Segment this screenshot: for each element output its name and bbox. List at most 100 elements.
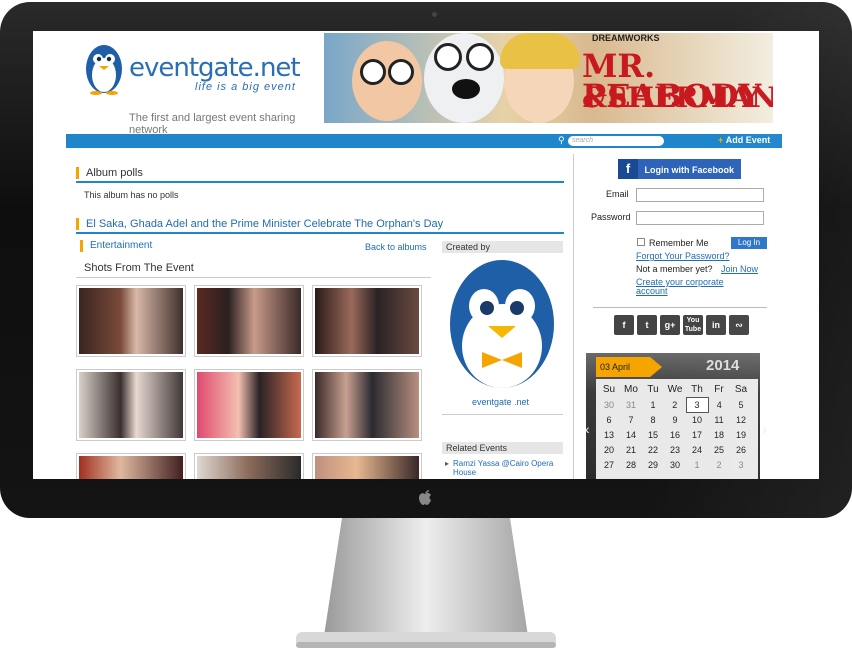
bullet-icon: ▸ (445, 459, 450, 468)
calendar-day[interactable]: 28 (620, 457, 642, 472)
forgot-password-link[interactable]: Forgot Your Password? (636, 251, 730, 261)
banner-glasses (388, 59, 414, 85)
calendar-day[interactable]: 23 (664, 442, 686, 457)
rss-icon[interactable]: ∾ (729, 315, 749, 335)
calendar-day[interactable]: 22 (642, 442, 664, 457)
email-label: Email (606, 189, 629, 199)
related-event-label: Ramzi Yassa @Cairo Opera House (453, 459, 554, 477)
banner-glasses (466, 43, 494, 71)
add-event-button[interactable]: + Add Event (718, 135, 770, 145)
category-link[interactable]: Entertainment (80, 240, 152, 252)
calendar-day[interactable]: 11 (708, 412, 730, 427)
not-member-text: Not a member yet? (636, 264, 713, 274)
event-photo[interactable] (76, 453, 186, 479)
calendar-next-icon[interactable]: › (762, 421, 767, 437)
calendar-day[interactable]: 13 (598, 427, 620, 442)
back-to-albums-link[interactable]: Back to albums (365, 242, 427, 252)
banner-ad[interactable]: DREAMWORKS MR. PEABODY &SHERMAN (324, 33, 773, 123)
calendar: 03 April 2014 ‹ › Su Mo Tu We Th Fr Sa 3… (585, 353, 767, 479)
calendar-day[interactable]: 7 (620, 412, 642, 427)
twitter-icon[interactable]: t (637, 315, 657, 335)
divider (76, 181, 564, 183)
password-field[interactable] (636, 211, 764, 225)
calendar-day[interactable]: 29 (642, 457, 664, 472)
calendar-prev-icon[interactable]: ‹ (585, 421, 590, 437)
calendar-day[interactable]: 3 (730, 457, 752, 472)
album-title: El Saka, Ghada Adel and the Prime Minist… (76, 218, 443, 230)
site-logo[interactable]: eventgate.net life is a big event The fi… (81, 37, 301, 136)
creator-avatar[interactable] (444, 254, 561, 388)
calendar-day[interactable]: 26 (730, 442, 752, 457)
calendar-day[interactable]: 2 (664, 397, 686, 412)
divider (442, 414, 563, 415)
event-photo[interactable] (76, 285, 186, 357)
search-input[interactable]: search (568, 136, 664, 146)
calendar-day[interactable]: 30 (664, 457, 686, 472)
event-photo[interactable] (312, 453, 422, 479)
calendar-day[interactable]: 24 (686, 442, 708, 457)
event-photo[interactable] (194, 285, 304, 357)
login-button[interactable]: Log In (731, 237, 767, 249)
calendar-day[interactable]: 20 (598, 442, 620, 457)
calendar-day[interactable]: 31 (620, 397, 642, 412)
event-photo[interactable] (312, 369, 422, 441)
banner-studio: DREAMWORKS (592, 33, 660, 43)
album-polls-heading: Album polls (76, 167, 143, 179)
calendar-day[interactable]: 2 (708, 457, 730, 472)
calendar-day[interactable]: 18 (708, 427, 730, 442)
banner-glasses (434, 43, 462, 71)
email-field[interactable] (636, 188, 764, 202)
calendar-day[interactable]: 19 (730, 427, 752, 442)
facebook-icon[interactable]: f (614, 315, 634, 335)
add-event-label: Add Event (725, 135, 771, 145)
plus-icon: + (718, 135, 724, 145)
calendar-day[interactable]: 9 (664, 412, 686, 427)
calendar-day[interactable]: 27 (598, 457, 620, 472)
event-photo[interactable] (312, 285, 422, 357)
calendar-day[interactable]: 25 (708, 442, 730, 457)
event-photo[interactable] (76, 369, 186, 441)
calendar-day[interactable]: 14 (620, 427, 642, 442)
banner-girl-hair (500, 33, 580, 69)
calendar-week: 6 7 8 9 10 11 12 (598, 412, 752, 427)
banner-dog (424, 33, 504, 123)
calendar-day-today[interactable]: 3 (685, 396, 709, 413)
banner-glasses (360, 59, 386, 85)
related-event-item[interactable]: ▸ Ramzi Yassa @Cairo Opera House (445, 459, 561, 477)
calendar-day[interactable]: 12 (730, 412, 752, 427)
googleplus-icon[interactable]: g+ (660, 315, 680, 335)
facebook-login-button[interactable]: f Login with Facebook (618, 159, 741, 179)
calendar-day[interactable]: 21 (620, 442, 642, 457)
album-polls-text: This album has no polls (84, 190, 179, 200)
facebook-login-label: Login with Facebook (644, 165, 735, 175)
calendar-day[interactable]: 4 (708, 397, 730, 412)
calendar-week: 13 14 15 16 17 18 19 (598, 427, 752, 442)
facebook-icon: f (618, 159, 638, 179)
linkedin-icon[interactable]: in (706, 315, 726, 335)
remember-me-checkbox[interactable] (637, 238, 645, 246)
weekday: Su (602, 384, 616, 395)
calendar-day[interactable]: 17 (686, 427, 708, 442)
corporate-account-link[interactable]: Create your corporate account (636, 278, 746, 296)
calendar-day[interactable]: 1 (642, 397, 664, 412)
nav-bar: ⚲ search + Add Event (66, 134, 782, 148)
join-now-link[interactable]: Join Now (721, 264, 758, 274)
calendar-day[interactable]: 10 (686, 412, 708, 427)
site-subtitle: The first and largest event sharing netw… (129, 112, 296, 136)
calendar-day[interactable]: 16 (664, 427, 686, 442)
calendar-day[interactable]: 8 (642, 412, 664, 427)
calendar-day[interactable]: 1 (686, 457, 708, 472)
search-icon[interactable]: ⚲ (558, 135, 565, 146)
event-photo[interactable] (194, 369, 304, 441)
weekday: Th (691, 383, 703, 395)
calendar-day[interactable]: 6 (598, 412, 620, 427)
brand-name: eventgate.net (129, 53, 301, 83)
calendar-grid: Su Mo Tu We Th Fr Sa 30 31 1 2 3 4 5 6 7… (598, 382, 752, 472)
calendar-day[interactable]: 15 (642, 427, 664, 442)
event-photo[interactable] (194, 453, 304, 479)
calendar-day[interactable]: 30 (598, 397, 620, 412)
youtube-icon[interactable]: You Tube (683, 315, 703, 335)
shots-heading: Shots From The Event (84, 262, 194, 274)
calendar-day[interactable]: 5 (730, 397, 752, 412)
creator-name-link[interactable]: eventgate .net (472, 397, 529, 407)
